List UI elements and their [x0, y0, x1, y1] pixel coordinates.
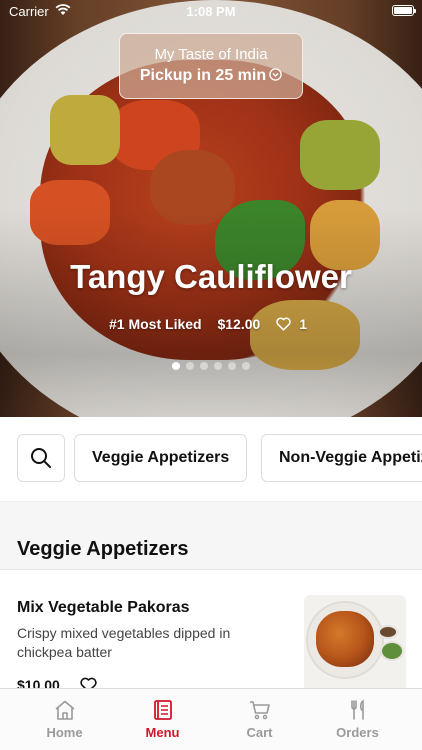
section-title: Veggie Appetizers: [17, 538, 189, 560]
menu-book-icon: [153, 700, 172, 720]
featured-likes[interactable]: 1: [276, 316, 313, 332]
tab-label: Menu: [145, 725, 180, 740]
carousel-page-indicator[interactable]: [0, 357, 422, 375]
tab-menu[interactable]: Menu: [114, 689, 211, 750]
page-dot[interactable]: [214, 362, 222, 370]
tab-label: Home: [46, 725, 83, 740]
store-pickup-selector[interactable]: My Taste of India Pickup in 25 min: [119, 33, 303, 99]
featured-item-meta: #1 Most Liked $12.00 1: [0, 316, 422, 332]
category-bar: Veggie Appetizers Non-Veggie Appetizers: [0, 417, 422, 502]
featured-likes-count: 1: [299, 316, 307, 332]
tab-cart[interactable]: Cart: [211, 689, 308, 750]
search-button[interactable]: [17, 434, 65, 482]
page-dot[interactable]: [200, 362, 208, 370]
item-photo: [304, 595, 406, 691]
page-dot[interactable]: [186, 362, 194, 370]
tab-label: Cart: [246, 725, 273, 740]
category-chip-veggie-appetizers[interactable]: Veggie Appetizers: [74, 434, 248, 482]
item-name: Mix Vegetable Pakoras: [17, 599, 190, 616]
pickup-time: Pickup in 25 min: [120, 67, 302, 85]
pickup-time-label: Pickup in 25 min: [139, 67, 267, 84]
chutney-bowl: [380, 641, 404, 661]
sauce-bowl: [378, 625, 398, 639]
chevron-down-circle-icon: [269, 68, 282, 81]
status-bar: Carrier 1:08 PM: [0, 0, 422, 22]
search-icon: [31, 448, 51, 468]
page-dot[interactable]: [228, 362, 236, 370]
tab-home[interactable]: Home: [16, 689, 113, 750]
item-description: Crispy mixed vegetables dipped in chickp…: [17, 625, 231, 660]
home-icon: [54, 700, 75, 720]
tab-bar: Home Menu Cart Orders: [0, 688, 422, 750]
clock: 1:08 PM: [186, 4, 236, 19]
store-name: My Taste of India: [154, 46, 268, 63]
menu-item-card[interactable]: Mix Vegetable Pakoras Crispy mixed veget…: [0, 571, 422, 691]
page-dot[interactable]: [172, 362, 180, 370]
fork-knife-icon: [350, 699, 364, 720]
hero-banner[interactable]: Carrier 1:08 PM My Taste of India Pickup…: [0, 0, 422, 417]
category-chip-non-veggie-appetizers[interactable]: Non-Veggie Appetizers: [261, 434, 422, 482]
featured-item-title: Tangy Cauliflower: [70, 258, 352, 295]
page-dot[interactable]: [242, 362, 250, 370]
menu-section-header: Veggie Appetizers: [0, 502, 422, 570]
tab-orders[interactable]: Orders: [309, 689, 406, 750]
heart-icon: [276, 317, 291, 331]
featured-price: $12.00: [217, 316, 261, 332]
battery-icon: [392, 5, 416, 16]
pakora-shape: [316, 611, 374, 667]
featured-badge: #1 Most Liked: [109, 316, 202, 332]
cart-icon: [249, 701, 270, 720]
tab-label: Orders: [336, 725, 379, 740]
